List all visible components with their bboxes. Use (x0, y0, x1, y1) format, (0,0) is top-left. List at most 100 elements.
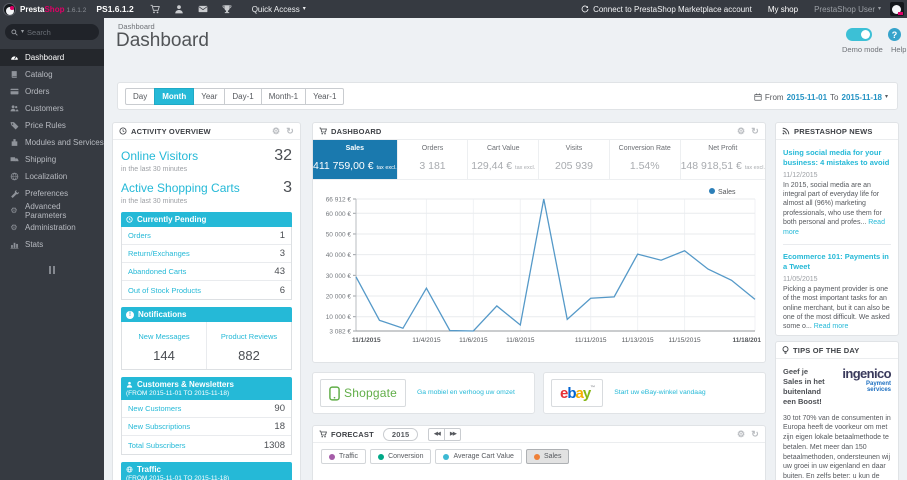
customer-icon[interactable] (174, 4, 184, 14)
sidebar-search[interactable]: ▾ (5, 24, 99, 40)
sidebar-item-modules[interactable]: Modules and Services (0, 134, 104, 151)
demo-mode-toggle[interactable] (846, 28, 872, 41)
forecast-forward-button[interactable]: ▶▶ (444, 427, 462, 441)
sidebar-item-shipping[interactable]: Shipping (0, 151, 104, 168)
settings-icon[interactable]: ⚙ (272, 126, 280, 136)
kpi-cart-value[interactable]: Cart Value 129,44 € tax excl. (468, 140, 540, 179)
sidebar-item-customers[interactable]: Customers (0, 100, 104, 117)
conversion-dot-icon (378, 453, 385, 460)
quick-access-menu[interactable]: Quick Access ▾ (252, 5, 306, 14)
shop-name[interactable]: PS1.6.1.2 (96, 4, 133, 14)
total-subscribers-link[interactable]: Total Subscribers (128, 441, 186, 450)
range-button-month[interactable]: Month (154, 88, 195, 105)
date-range-picker[interactable]: From 2015-11-01 To 2015-11-18 ▾ (754, 89, 888, 105)
new-customers-link[interactable]: New Customers (128, 404, 181, 413)
cart-icon[interactable] (150, 4, 160, 14)
chevron-down-icon: ▾ (884, 94, 888, 100)
svg-text:11/4/2015: 11/4/2015 (412, 337, 441, 344)
row-new-subscriptions: New Subscriptions 18 (122, 418, 291, 436)
user-menu[interactable]: PrestaShop User ▾ (814, 5, 881, 14)
pending-row-out-of-stock: Out of Stock Products 6 (128, 284, 285, 296)
sidebar-item-stats[interactable]: Stats (0, 236, 104, 253)
notification-icon: ! (126, 310, 134, 319)
sidebar-collapse-button[interactable] (0, 266, 104, 274)
chevron-down-icon: ▾ (302, 6, 306, 12)
divider (783, 244, 891, 246)
sidebar-item-catalog[interactable]: Catalog (0, 66, 104, 83)
pending-row-returns: Return/Exchanges 3 (122, 245, 291, 263)
legend-button-average-cart-value[interactable]: Average Cart Value (435, 449, 522, 464)
ebay-logo: ebay™ (551, 379, 604, 407)
range-button-year-1[interactable]: Year-1 (305, 88, 345, 105)
top-bar: PrestaShop 1.6.1.2 PS1.6.1.2 Quick Access… (0, 0, 907, 18)
gauge-icon (9, 53, 19, 62)
panel-title: PRESTASHOP NEWS (794, 126, 873, 136)
svg-text:Sales: Sales (718, 189, 736, 196)
currently-pending-list: Orders 1 Return/Exchanges 3 Abandoned Cart… (121, 227, 292, 300)
help-button[interactable]: ? (888, 28, 901, 41)
sidebar-item-preferences[interactable]: Preferences (0, 185, 104, 202)
sidebar-item-administration[interactable]: ⚙ Administration (0, 219, 104, 236)
cart-icon (319, 430, 327, 438)
new-messages-cell: New Messages 144 (122, 322, 207, 369)
sidebar-item-localization[interactable]: Localization (0, 168, 104, 185)
forecast-back-button[interactable]: ◀◀ (428, 427, 446, 441)
product-reviews-link[interactable]: Product Reviews (221, 332, 277, 341)
news-item-title[interactable]: Using social media for your business: 4 … (783, 148, 891, 168)
legend-button-conversion[interactable]: Conversion (370, 449, 432, 464)
wrench-icon (9, 189, 19, 198)
sidebar-item-price-rules[interactable]: Price Rules (0, 117, 104, 134)
range-button-day[interactable]: Day (125, 88, 156, 105)
clock-icon (126, 216, 133, 223)
sidebar-item-orders[interactable]: Orders (0, 83, 104, 100)
refresh-icon[interactable]: ↻ (751, 126, 759, 136)
active-carts-link[interactable]: Active Shopping Carts (121, 181, 240, 195)
user-icon (126, 381, 133, 388)
refresh-icon[interactable]: ↻ (286, 126, 294, 136)
legend-button-traffic[interactable]: Traffic (321, 449, 367, 464)
ebay-module-panel: ebay™ Start uw eBay-winkel vandaag (543, 372, 766, 414)
forecast-panel: FORECAST 2015 ◀◀ ▶▶ ⚙ ↻ Traffic Conversi… (312, 425, 766, 480)
ebay-link[interactable]: Start uw eBay-winkel vandaag (608, 389, 765, 398)
messages-icon[interactable] (198, 4, 208, 14)
demo-mode-label: Demo mode (842, 45, 883, 54)
settings-icon[interactable]: ⚙ (737, 429, 745, 439)
refresh-icon[interactable]: ↻ (751, 429, 759, 439)
news-item-title[interactable]: Ecommerce 101: Payments in a Tweet (783, 252, 891, 272)
legend-button-sales[interactable]: Sales (525, 449, 570, 464)
settings-icon[interactable]: ⚙ (737, 126, 745, 136)
pending-abandoned-carts-link[interactable]: Abandoned Carts (128, 267, 186, 276)
pending-out-of-stock-link[interactable]: Out of Stock Products (128, 286, 201, 295)
sidebar-item-dashboard[interactable]: Dashboard (0, 49, 104, 66)
online-visitors-link[interactable]: Online Visitors (121, 149, 198, 163)
cart-icon (319, 127, 327, 135)
sidebar-item-advanced-parameters[interactable]: ⚙ Advanced Parameters (0, 202, 104, 220)
my-shop-link[interactable]: My shop (768, 5, 798, 14)
kpi-visits[interactable]: Visits 205 939 (539, 140, 610, 179)
kpi-sales[interactable]: Sales 411 759,00 € tax excl. (313, 140, 398, 179)
shopgate-link[interactable]: Ga mobiel en verhoog uw omzet (411, 389, 534, 398)
brand: PrestaShop 1.6.1.2 (20, 5, 86, 14)
range-button-month-1[interactable]: Month-1 (260, 88, 307, 105)
read-more-link[interactable]: Read more (814, 323, 849, 330)
kpi-net-profit[interactable]: Net Profit 148 918,51 € tax excl. (681, 140, 765, 179)
new-messages-value: 144 (153, 348, 175, 363)
avatar[interactable] (890, 2, 904, 16)
search-input[interactable] (27, 27, 93, 37)
new-messages-link[interactable]: New Messages (138, 332, 189, 341)
range-button-day-1[interactable]: Day-1 (224, 88, 262, 105)
news-item-date: 11/12/2015 (783, 171, 818, 179)
kpi-orders[interactable]: Orders 3 181 (398, 140, 469, 179)
new-subscriptions-link[interactable]: New Subscriptions (128, 422, 190, 431)
online-visitors-sub: in the last 30 minutes (121, 166, 188, 173)
marketplace-link[interactable]: Connect to PrestaShop Marketplace accoun… (581, 5, 752, 14)
pending-returns-link[interactable]: Return/Exchanges (128, 249, 190, 258)
kpi-conversion-rate[interactable]: Conversion Rate 1.54% (610, 140, 681, 179)
customers-newsletters-list: New Customers 90 New Subscriptions 18 Tota… (121, 400, 292, 455)
trophy-icon[interactable] (222, 4, 232, 14)
search-scope-caret[interactable]: ▾ (21, 29, 24, 35)
active-carts-sub: in the last 30 minutes (121, 198, 188, 205)
clock-icon (119, 127, 127, 135)
range-button-year[interactable]: Year (193, 88, 226, 105)
pending-orders-link[interactable]: Orders (128, 231, 151, 240)
